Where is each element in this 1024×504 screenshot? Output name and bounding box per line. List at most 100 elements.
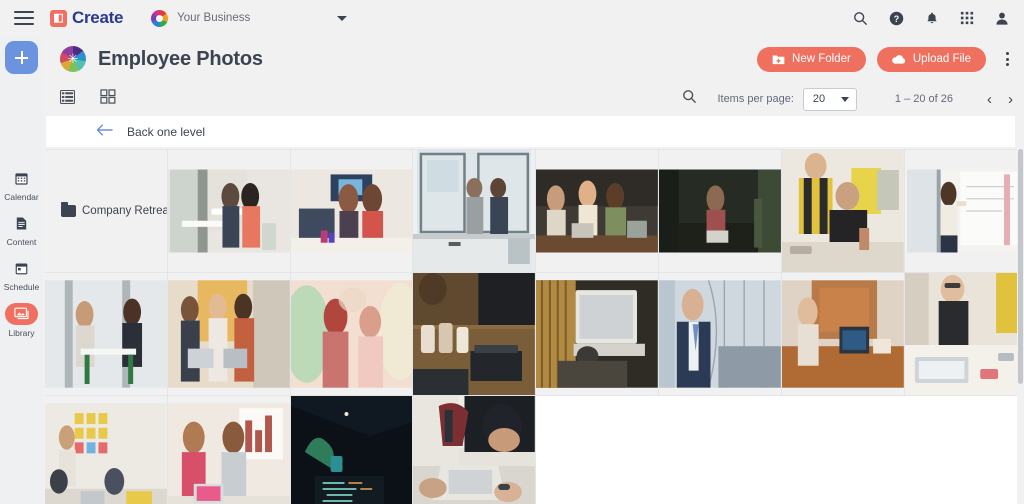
media-thumbnail[interactable] [536, 150, 659, 272]
media-thumbnail[interactable] [658, 150, 782, 272]
search-icon[interactable] [853, 11, 868, 26]
media-thumbnail[interactable] [658, 273, 782, 395]
thumb-art [781, 150, 904, 272]
page-header: Employee Photos New Folder Upload File [43, 36, 1024, 82]
organization-avatar [151, 9, 169, 27]
thumb-art [536, 273, 658, 395]
notifications-bell-icon[interactable] [925, 11, 939, 26]
thumb-art [290, 273, 413, 395]
organization-name: Your Business [177, 12, 251, 24]
schedule-icon [5, 258, 38, 279]
sidebar-nav: Calendar Content Schedule Library [0, 168, 43, 338]
media-thumbnail[interactable] [45, 396, 168, 504]
media-thumbnail[interactable] [536, 273, 659, 395]
media-thumbnail[interactable] [781, 273, 905, 395]
pagination-range: 1 – 20 of 26 [894, 93, 953, 105]
brand-name: Create [72, 8, 124, 27]
media-thumbnail[interactable] [290, 150, 414, 272]
folder-name: Company Retreat [82, 205, 168, 217]
grid-row [45, 395, 1024, 504]
scrollbar-thumb[interactable] [1018, 149, 1023, 384]
media-thumbnail[interactable] [413, 396, 537, 504]
grid-view-icon[interactable] [100, 89, 116, 109]
pagination-controls: Items per page: 20 1 – 20 of 26 ‹ › [682, 87, 1013, 111]
media-thumbnail[interactable] [413, 150, 537, 272]
media-thumbnail[interactable] [781, 150, 905, 272]
media-thumbnail[interactable] [290, 396, 414, 504]
thumb-art [45, 396, 167, 504]
thumb-art [413, 273, 536, 395]
organization-switcher[interactable]: Your Business [151, 9, 348, 27]
sidebar-item-schedule[interactable]: Schedule [0, 258, 43, 292]
plus-icon [15, 51, 28, 64]
media-thumbnail[interactable] [290, 273, 414, 395]
upload-file-button[interactable]: Upload File [876, 46, 986, 72]
thumb-art [781, 273, 904, 395]
grid-row: Company Retreat [45, 149, 1024, 272]
thumb-art [45, 273, 167, 395]
brand-logo[interactable]: ◧ Create [50, 8, 123, 28]
thumb-art [290, 150, 413, 272]
add-button[interactable] [5, 41, 38, 74]
items-per-page-select[interactable]: 20 [802, 87, 857, 111]
new-folder-button[interactable]: New Folder [757, 46, 866, 72]
new-folder-label: New Folder [792, 53, 851, 65]
sidebar-item-calendar[interactable]: Calendar [0, 168, 43, 202]
empty-cell [658, 396, 782, 504]
media-thumbnail[interactable] [167, 396, 291, 504]
media-thumbnail[interactable] [904, 273, 1024, 395]
arrow-left-icon [96, 124, 113, 140]
app-window: ◧ Create Your Business ? Calendar Conten… [0, 0, 1024, 504]
media-thumbnail[interactable] [167, 150, 291, 272]
help-icon[interactable]: ? [889, 11, 904, 26]
items-per-page-label: Items per page: [717, 93, 794, 105]
create-mark-icon: ◧ [50, 9, 67, 27]
page-title: Employee Photos [98, 47, 263, 70]
thumb-art [167, 150, 290, 272]
photo-library-icon [5, 303, 38, 325]
pager: ‹ › [987, 92, 1013, 107]
back-one-level-bar[interactable]: Back one level [46, 116, 1015, 147]
search-icon[interactable] [682, 89, 697, 109]
sidebar-item-label: Library [8, 328, 35, 338]
empty-cell [781, 396, 905, 504]
folder-icon [61, 202, 76, 217]
top-bar-actions: ? [853, 11, 1009, 26]
document-icon [5, 213, 38, 234]
thumb-art [290, 396, 413, 504]
content-toolbar: Items per page: 20 1 – 20 of 26 ‹ › [43, 82, 1024, 116]
thumb-art [904, 150, 1024, 272]
left-sidebar: Calendar Content Schedule Library [0, 36, 43, 504]
media-thumbnail[interactable] [167, 273, 291, 395]
brand-mark-glyph: ◧ [53, 11, 64, 24]
folder-plus-icon [772, 54, 785, 64]
thumb-art [904, 273, 1024, 395]
list-view-icon[interactable] [59, 89, 76, 109]
next-page-button[interactable]: › [1008, 92, 1013, 107]
sidebar-item-library[interactable]: Library [0, 303, 43, 338]
media-grid: Company Retreat [43, 149, 1024, 504]
previous-page-button[interactable]: ‹ [987, 92, 992, 107]
empty-cell [536, 396, 659, 504]
top-bar: ◧ Create Your Business ? [0, 0, 1024, 36]
chevron-down-icon[interactable] [337, 15, 348, 21]
user-avatar-icon[interactable] [995, 11, 1009, 26]
thumb-art [536, 150, 658, 272]
apps-grid-icon[interactable] [960, 11, 974, 25]
media-thumbnail[interactable] [413, 273, 537, 395]
kebab-menu-icon[interactable] [1000, 49, 1014, 69]
media-thumbnail[interactable] [904, 150, 1024, 272]
page-header-actions: New Folder Upload File [757, 46, 1014, 72]
thumb-art [167, 273, 290, 395]
chevron-down-icon [840, 96, 849, 102]
thumb-art [413, 150, 536, 272]
thumb-art [413, 396, 536, 504]
sidebar-item-content[interactable]: Content [0, 213, 43, 247]
back-one-level-label: Back one level [127, 124, 206, 139]
vertical-scrollbar[interactable] [1017, 149, 1024, 504]
main-content: Employee Photos New Folder Upload File [43, 36, 1024, 504]
folder-item[interactable]: Company Retreat [45, 150, 168, 272]
sidebar-item-label: Content [6, 237, 37, 247]
hamburger-menu-icon[interactable] [14, 11, 34, 25]
media-thumbnail[interactable] [45, 273, 168, 395]
